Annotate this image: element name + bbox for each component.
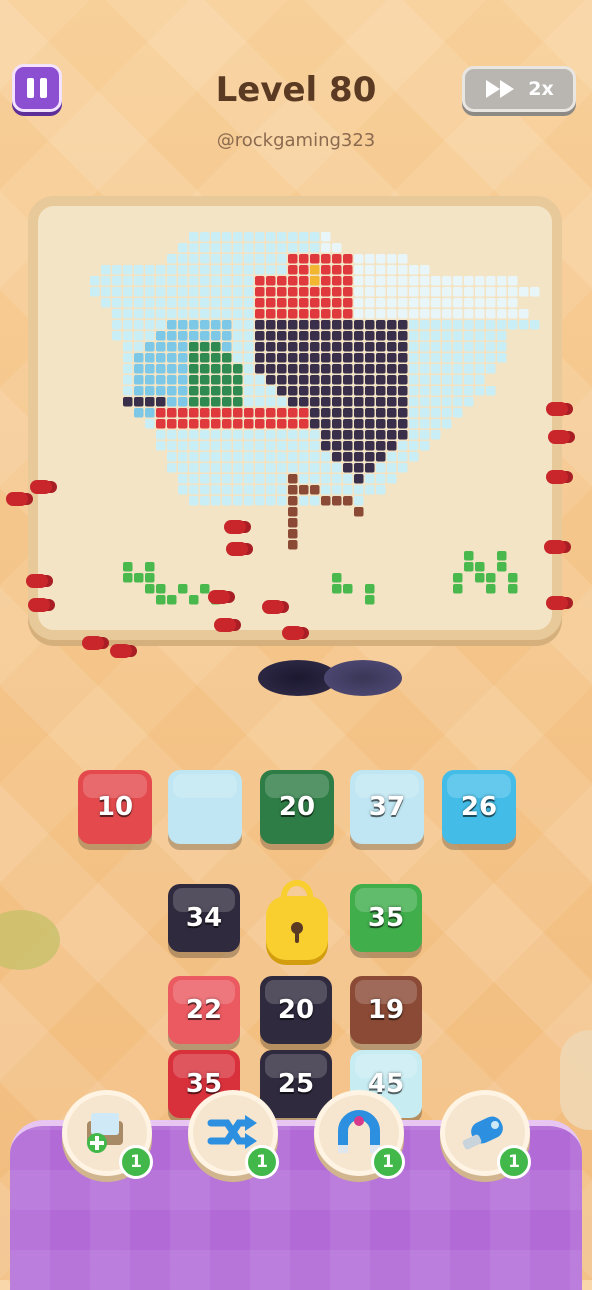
ant bbox=[544, 540, 566, 554]
queue-shooter-tile[interactable]: 10 bbox=[78, 770, 152, 844]
ant bbox=[82, 636, 104, 650]
ant bbox=[30, 480, 52, 494]
locked-slot[interactable] bbox=[266, 880, 328, 960]
booster-count: 1 bbox=[245, 1145, 279, 1179]
ant bbox=[546, 402, 568, 416]
booster-shuffle-button[interactable]: 1 bbox=[188, 1090, 279, 1179]
ant bbox=[546, 470, 568, 484]
ant bbox=[226, 542, 248, 556]
queue-shooter-tile[interactable]: 20 bbox=[260, 770, 334, 844]
booster-count: 1 bbox=[497, 1145, 531, 1179]
keyhole-icon bbox=[291, 922, 303, 943]
queue-shooter-tile[interactable] bbox=[168, 770, 242, 844]
ant bbox=[262, 600, 284, 614]
ant bbox=[6, 492, 28, 506]
speed-toggle-button[interactable]: 2x bbox=[462, 66, 576, 112]
ant bbox=[548, 430, 570, 444]
ant bbox=[224, 520, 246, 534]
background-decoration bbox=[560, 1030, 592, 1130]
booster-count: 1 bbox=[119, 1145, 153, 1179]
booster-count: 1 bbox=[371, 1145, 405, 1179]
queue-shooter-tile[interactable]: 37 bbox=[350, 770, 424, 844]
fast-forward-icon bbox=[486, 80, 515, 98]
ant bbox=[214, 618, 236, 632]
ant bbox=[546, 596, 568, 610]
ant bbox=[28, 598, 50, 612]
creator-handle: @rockgaming323 bbox=[216, 130, 376, 151]
queue-shooter-tile[interactable]: 26 bbox=[442, 770, 516, 844]
grid-tile[interactable]: 34 bbox=[168, 884, 240, 952]
booster-magnet-button[interactable]: 1 bbox=[314, 1090, 405, 1179]
pixel-art-board bbox=[28, 196, 562, 640]
booster-add-slot-button[interactable]: 1 bbox=[62, 1090, 153, 1179]
ant bbox=[208, 590, 230, 604]
ant bbox=[110, 644, 132, 658]
ant bbox=[26, 574, 48, 588]
background-bush bbox=[0, 910, 60, 970]
booster-vacuum-button[interactable]: 1 bbox=[440, 1090, 531, 1179]
grid-tile[interactable]: 19 bbox=[350, 976, 422, 1044]
ant bbox=[282, 626, 304, 640]
pixel-art-picture bbox=[90, 232, 540, 605]
grid-tile[interactable]: 35 bbox=[350, 884, 422, 952]
grid-tile[interactable]: 20 bbox=[260, 976, 332, 1044]
speed-label: 2x bbox=[528, 78, 554, 100]
grid-tile[interactable]: 22 bbox=[168, 976, 240, 1044]
ant-hole-lid bbox=[324, 660, 402, 696]
